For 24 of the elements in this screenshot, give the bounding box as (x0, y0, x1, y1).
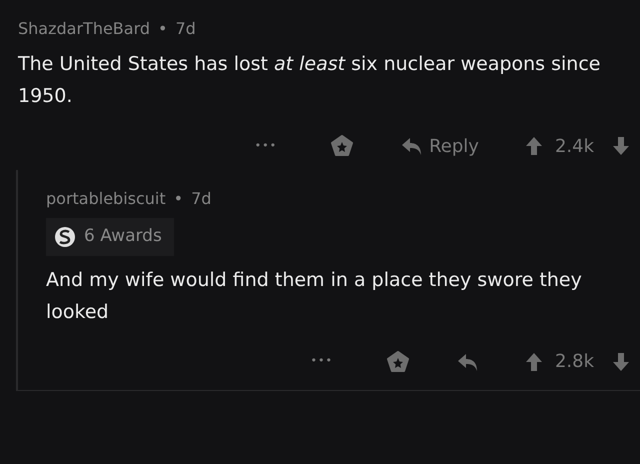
more-button[interactable]: ••• (310, 353, 333, 370)
comment-age: 7d (175, 18, 196, 40)
more-button[interactable]: ••• (254, 138, 278, 154)
comment-text: And my wife would find them in a place they swore they looked (46, 268, 583, 324)
separator-dot: • (174, 188, 184, 210)
reply-arrow-icon (401, 136, 424, 156)
upvote-icon[interactable] (524, 352, 543, 372)
comment-age: 7d (191, 188, 212, 210)
awards-count: 6 Awards (84, 225, 162, 248)
award-icon[interactable] (331, 135, 354, 157)
separator-dot: • (158, 18, 168, 40)
reply-button[interactable]: Reply (401, 132, 479, 160)
author-name[interactable]: ShazdarTheBard (18, 18, 150, 40)
vote-score: 2.8k (554, 350, 594, 374)
downvote-icon[interactable] (612, 352, 630, 372)
vote-score: 2.4k (554, 134, 594, 158)
coin-icon (54, 226, 76, 248)
upvote-icon[interactable] (524, 136, 543, 156)
author-name[interactable]: portablebiscuit (46, 188, 166, 210)
reply-arrow-icon[interactable] (456, 352, 479, 372)
downvote-icon[interactable] (612, 136, 630, 156)
awards-badge[interactable]: 6 Awards (46, 218, 174, 256)
award-icon[interactable] (386, 350, 409, 372)
comment-text: The United States has lost at least six nuclear weapons since 1950. (18, 52, 602, 109)
